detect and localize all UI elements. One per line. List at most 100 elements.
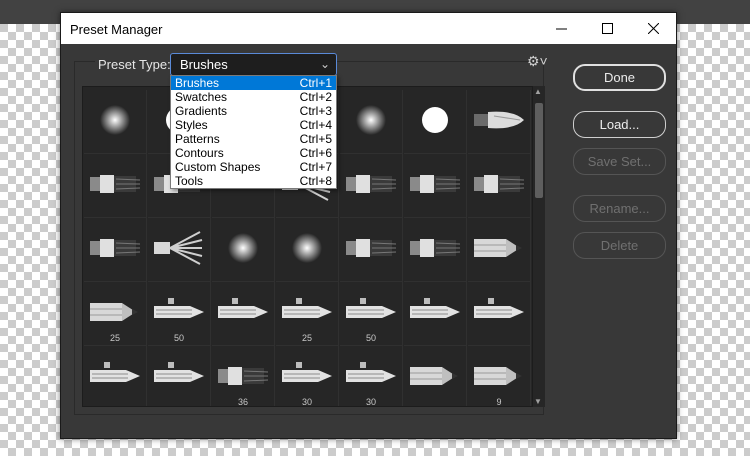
brush-preset-cell[interactable] — [84, 218, 147, 282]
brush-preset-cell[interactable]: 30 — [340, 346, 403, 407]
brush-preset-cell[interactable] — [468, 154, 531, 218]
scroll-down-icon[interactable]: ▼ — [534, 397, 542, 406]
brush-preset-cell[interactable]: 50 — [148, 282, 211, 346]
brush-size-label: 50 — [173, 333, 184, 343]
flat-brush-icon — [90, 239, 141, 257]
brush-preset-cell[interactable] — [468, 90, 531, 154]
brush-size-label: 25 — [109, 333, 120, 343]
brush-preset-cell[interactable] — [404, 90, 467, 154]
brush-size-label: 50 — [365, 333, 376, 343]
dropdown-item-shortcut: Ctrl+6 — [299, 146, 332, 160]
pencil-icon — [410, 367, 458, 385]
airbrush-icon — [474, 298, 524, 318]
brush-preset-cell[interactable]: 25 — [84, 282, 147, 346]
dropdown-item-shortcut: Ctrl+1 — [299, 76, 332, 90]
brush-size-label: 30 — [365, 397, 376, 407]
brush-size-label: 25 — [301, 333, 312, 343]
flat-brush-icon — [410, 239, 461, 257]
airbrush-icon — [410, 298, 460, 318]
dropdown-item-patterns[interactable]: Patterns Ctrl+5 — [171, 132, 336, 146]
delete-button[interactable]: Delete — [573, 232, 666, 259]
bristle-tip-icon — [474, 111, 524, 129]
minimize-icon — [555, 28, 567, 30]
soft-round-icon — [356, 105, 386, 135]
dropdown-item-label: Gradients — [175, 104, 228, 118]
brush-preset-cell[interactable] — [340, 218, 403, 282]
brush-preset-cell[interactable] — [148, 218, 211, 282]
flat-brush-icon — [410, 175, 461, 193]
dropdown-item-label: Patterns — [175, 132, 220, 146]
brush-preset-cell[interactable]: 50 — [340, 282, 403, 346]
airbrush-icon — [282, 362, 332, 382]
airbrush-icon — [90, 362, 140, 382]
brush-preset-cell[interactable] — [404, 346, 467, 406]
close-icon — [647, 23, 659, 34]
preset-type-label: Preset Type: — [95, 57, 174, 72]
brush-preset-cell[interactable] — [212, 218, 275, 282]
dropdown-item-swatches[interactable]: Swatches Ctrl+2 — [171, 90, 336, 104]
airbrush-icon — [218, 298, 268, 318]
dropdown-item-tools[interactable]: Tools Ctrl+8 — [171, 174, 336, 188]
airbrush-icon — [154, 298, 204, 318]
brush-preset-cell[interactable] — [340, 154, 403, 218]
dropdown-item-styles[interactable]: Styles Ctrl+4 — [171, 118, 336, 132]
done-button[interactable]: Done — [573, 64, 666, 91]
flat-brush-icon — [474, 175, 525, 193]
dropdown-item-label: Swatches — [175, 90, 228, 104]
pencil-icon — [474, 239, 522, 257]
load-button[interactable]: Load... — [573, 111, 666, 138]
dropdown-item-shortcut: Ctrl+4 — [299, 118, 332, 132]
dropdown-item-contours[interactable]: Contours Ctrl+6 — [171, 146, 336, 160]
dropdown-item-label: Contours — [175, 146, 224, 160]
dropdown-item-shortcut: Ctrl+5 — [299, 132, 332, 146]
dropdown-item-shortcut: Ctrl+8 — [299, 174, 332, 188]
brush-preset-cell[interactable] — [340, 90, 403, 154]
minimize-button[interactable] — [538, 13, 584, 44]
close-button[interactable] — [630, 13, 676, 44]
brush-preset-cell[interactable] — [212, 282, 275, 346]
vertical-scrollbar[interactable]: ▲ ▼ — [533, 86, 545, 407]
brush-preset-cell[interactable] — [148, 346, 211, 406]
brush-preset-cell[interactable]: 25 — [276, 282, 339, 346]
brush-preset-cell[interactable] — [404, 154, 467, 218]
brush-preset-cell[interactable] — [84, 154, 147, 218]
maximize-button[interactable] — [584, 13, 630, 44]
maximize-icon — [601, 23, 613, 34]
gear-icon[interactable]: ⚙˅ — [527, 53, 548, 70]
brush-preset-cell[interactable]: 36 — [212, 346, 275, 406]
soft-round-icon — [292, 233, 322, 263]
dropdown-item-gradients[interactable]: Gradients Ctrl+3 — [171, 104, 336, 118]
brush-preset-cell[interactable] — [276, 218, 339, 282]
brush-preset-cell[interactable] — [404, 218, 467, 282]
brush-size-label: 30 — [301, 397, 312, 407]
airbrush-icon — [346, 298, 396, 318]
hard-round-icon — [422, 107, 448, 133]
dropdown-item-shortcut: Ctrl+2 — [299, 90, 332, 104]
brush-preset-cell[interactable] — [468, 218, 531, 282]
brush-size-label: 9 — [496, 397, 502, 407]
dropdown-item-custom-shapes[interactable]: Custom Shapes Ctrl+7 — [171, 160, 336, 174]
airbrush-icon — [282, 298, 332, 318]
brush-preset-cell[interactable] — [84, 90, 147, 154]
flat-brush-icon — [346, 175, 397, 193]
brush-preset-cell[interactable]: 30 — [276, 346, 339, 407]
preset-type-select[interactable]: Brushes ⌄ — [170, 53, 337, 76]
soft-round-icon — [228, 233, 258, 263]
title-bar: Preset Manager — [61, 13, 676, 44]
preset-type-value: Brushes — [180, 57, 228, 72]
dropdown-item-label: Styles — [175, 118, 208, 132]
brush-preset-cell[interactable] — [404, 282, 467, 346]
dropdown-item-label: Custom Shapes — [175, 160, 261, 174]
airbrush-icon — [154, 362, 204, 382]
scroll-up-icon[interactable]: ▲ — [534, 87, 542, 96]
brush-preset-cell[interactable] — [84, 346, 147, 406]
save-set-button[interactable]: Save Set... — [573, 148, 666, 175]
rename-button[interactable]: Rename... — [573, 195, 666, 222]
dropdown-item-brushes[interactable]: Brushes Ctrl+1 — [171, 76, 336, 90]
dropdown-item-label: Brushes — [175, 76, 220, 90]
brush-preset-cell[interactable] — [468, 282, 531, 346]
dropdown-item-shortcut: Ctrl+7 — [299, 160, 332, 174]
airbrush-icon — [346, 362, 396, 382]
scrollbar-thumb[interactable] — [535, 103, 543, 198]
brush-preset-cell[interactable]: 9 — [468, 346, 531, 407]
